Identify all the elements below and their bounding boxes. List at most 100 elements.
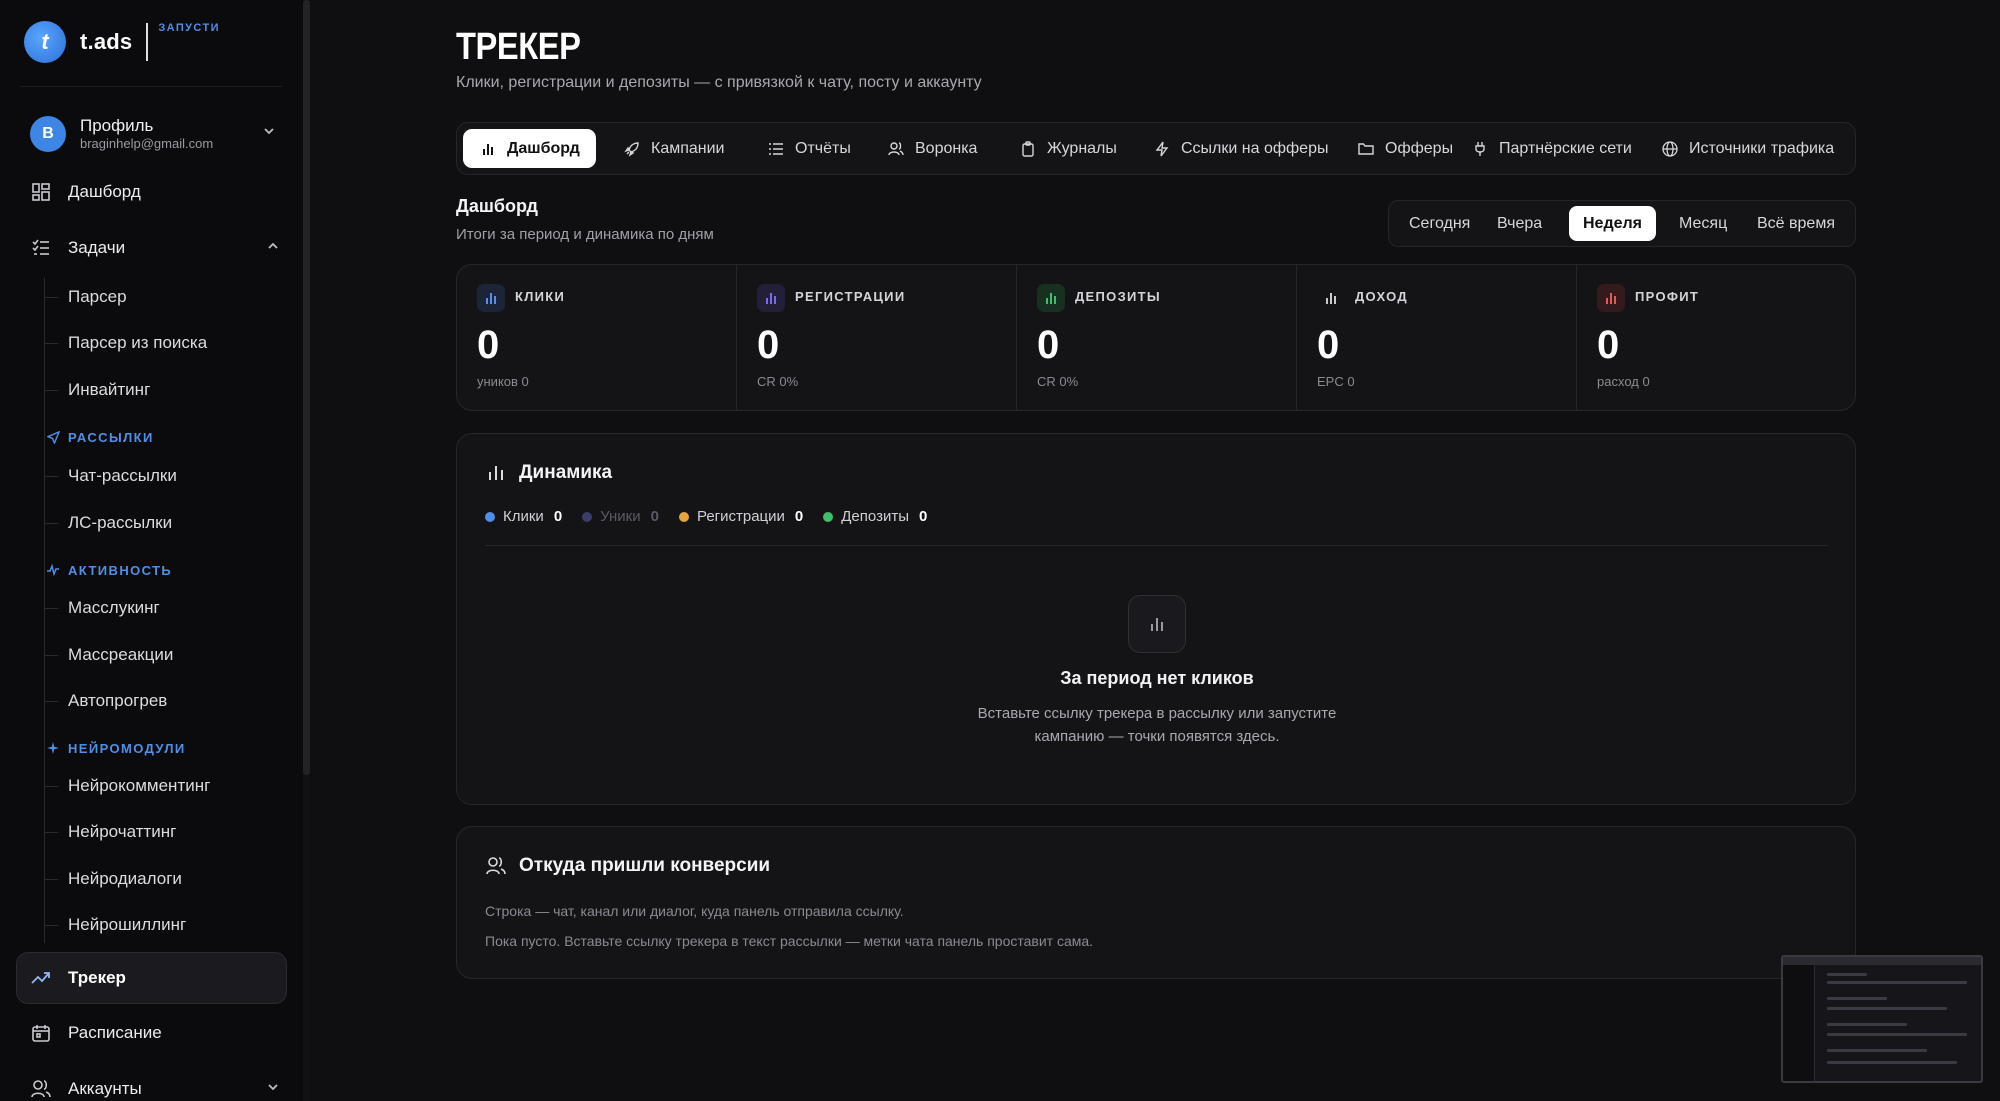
sidebar-item-dm-mailing[interactable]: ЛС-рассылки [68,510,172,536]
sidebar-item-massreactions[interactable]: Массреакции [68,642,173,668]
brand[interactable]: t t.ads ЗАПУСТИ [24,20,220,64]
bar-chart-icon [1597,284,1625,312]
tab-offer-links[interactable]: Ссылки на офферы [1137,129,1344,168]
tab-dashboard[interactable]: Дашборд [463,129,596,168]
chevron-down-icon[interactable] [260,124,278,142]
sidebar-item-label: Аккаунты [68,1079,142,1098]
dynamics-title: Динамика [485,462,612,484]
tab-label: Офферы [1385,139,1454,157]
clipboard-icon [1019,140,1037,158]
period-month[interactable]: Месяц [1665,206,1741,241]
empty-state-title: За период нет кликов [1060,668,1254,688]
brand-logo-icon: t [24,21,66,63]
legend-name: Клики [503,508,544,525]
legend-name: Депозиты [841,508,909,525]
brand-name: t.ads [80,29,133,54]
tab-offers[interactable]: Офферы [1341,129,1469,168]
sidebar-item-inviting[interactable]: Инвайтинг [68,377,150,403]
tab-reports[interactable]: Отчёты [751,129,867,168]
period-yesterday[interactable]: Вчера [1483,206,1556,241]
stat-clicks: КЛИКИ 0 уников 0 [457,265,737,410]
sidebar-item-accounts[interactable]: Аккаунты [30,1074,280,1101]
period-today[interactable]: Сегодня [1395,206,1484,241]
tab-label: Журналы [1047,139,1117,157]
stat-sub: EPC 0 [1317,374,1355,389]
sidebar-item-neurocommenting[interactable]: Нейрокомментинг [68,773,210,799]
period-all-time[interactable]: Всё время [1743,206,1849,241]
profile-menu[interactable]: B Профиль braginhelp@gmail.com [30,114,278,154]
sidebar-item-neurodialogs[interactable]: Нейродиалоги [68,866,182,892]
sidebar-item-neurochatting[interactable]: Нейрочаттинг [68,819,176,845]
users-icon [30,1078,52,1100]
section-activity: АКТИВНОСТЬ [46,561,172,579]
stat-sub: CR 0% [757,374,799,389]
section-neuro: НЕЙРОМОДУЛИ [46,739,186,757]
stat-value: 0 [1597,323,1620,367]
tab-logs[interactable]: Журналы [1003,129,1133,168]
bar-chart-icon [1317,284,1345,312]
stat-income: ДОХОД 0 EPC 0 [1297,265,1577,410]
brand-tag: ЗАПУСТИ [158,22,220,34]
sidebar-item-neuroshilling[interactable]: Нейрошиллинг [68,912,186,938]
trending-up-icon [30,967,52,989]
legend-item-uniques[interactable]: Уники 0 [582,508,659,525]
bar-chart-icon [479,140,497,158]
sidebar-item-masslooking[interactable]: Масслукинг [68,595,160,621]
sidebar-item-autowarmup[interactable]: Автопрогрев [68,688,167,714]
stat-value: 0 [477,323,500,367]
legend-divider [485,545,1828,546]
dynamics-card: Динамика Клики 0 Уники 0 Регистрации 0 Д… [456,433,1856,805]
chevron-up-icon[interactable] [264,239,282,257]
stat-value: 0 [1317,323,1340,367]
legend-value: 0 [794,508,804,525]
stats-summary: КЛИКИ 0 уников 0 РЕГИСТРАЦИИ 0 CR 0% ДЕП… [456,264,1856,411]
legend-value: 0 [918,508,928,525]
send-icon [46,430,60,444]
sidebar-item-schedule[interactable]: Расписание [30,1018,280,1048]
tab-label: Партнёрские сети [1499,139,1632,157]
tab-partner-networks[interactable]: Партнёрские сети [1455,129,1648,168]
card-title-text: Откуда пришли конверсии [519,855,771,876]
section-subtitle: Итоги за период и динамика по дням [456,226,714,243]
tab-label: Отчёты [795,139,851,157]
profile-name: Профиль [80,116,154,135]
grid-icon [30,181,52,203]
sidebar-item-label: Задачи [68,238,126,257]
tab-label: Ссылки на офферы [1181,139,1329,157]
section-label: РАССЫЛКИ [68,429,154,445]
list-icon [767,140,785,158]
legend-item-deposits[interactable]: Депозиты 0 [823,508,927,525]
period-week[interactable]: Неделя [1569,206,1657,241]
brand-separator [146,23,149,61]
stat-value: 0 [757,323,780,367]
tab-campaigns[interactable]: Кампании [607,129,741,168]
chart-legend: Клики 0 Уники 0 Регистрации 0 Депозиты 0 [485,508,947,525]
stat-label: РЕГИСТРАЦИИ [795,289,906,304]
empty-state-line: Вставьте ссылку трекера в рассылку или з… [977,705,1337,722]
sidebar-item-tracker[interactable]: Трекер [30,963,280,993]
page-subtitle: Клики, регистрации и депозиты — с привяз… [456,74,982,91]
sparkle-icon [46,741,60,755]
sidebar-scrollbar-thumb[interactable] [303,0,310,775]
tab-funnel[interactable]: Воронка [871,129,993,168]
section-mailing: РАССЫЛКИ [46,428,154,446]
globe-icon [1661,140,1679,158]
sidebar-item-tasks[interactable]: Задачи [30,233,280,263]
sidebar-item-dashboard[interactable]: Дашборд [30,177,280,207]
conversions-empty: Пока пусто. Вставьте ссылку трекера в те… [485,933,1094,949]
tab-traffic-sources[interactable]: Источники трафика [1645,129,1850,168]
lightning-icon [1153,140,1171,158]
stat-registrations: РЕГИСТРАЦИИ 0 CR 0% [737,265,1017,410]
sidebar-item-parser[interactable]: Парсер [68,284,127,310]
legend-item-registrations[interactable]: Регистрации 0 [678,508,804,525]
calendar-icon [30,1022,52,1044]
legend-value: 0 [650,508,659,525]
stat-label: ДОХОД [1355,289,1408,304]
sidebar-item-chat-mailing[interactable]: Чат-рассылки [68,463,177,489]
sidebar-item-parser-search[interactable]: Парсер из поиска [68,330,207,356]
legend-item-clicks[interactable]: Клики 0 [485,508,562,525]
period-switcher: Сегодня Вчера Неделя Месяц Всё время [1388,200,1856,247]
screen-preview-thumbnail[interactable] [1781,955,1983,1083]
chevron-down-icon[interactable] [264,1080,282,1098]
sidebar: t t.ads ЗАПУСТИ B Профиль braginhelp@gma… [0,0,310,1101]
